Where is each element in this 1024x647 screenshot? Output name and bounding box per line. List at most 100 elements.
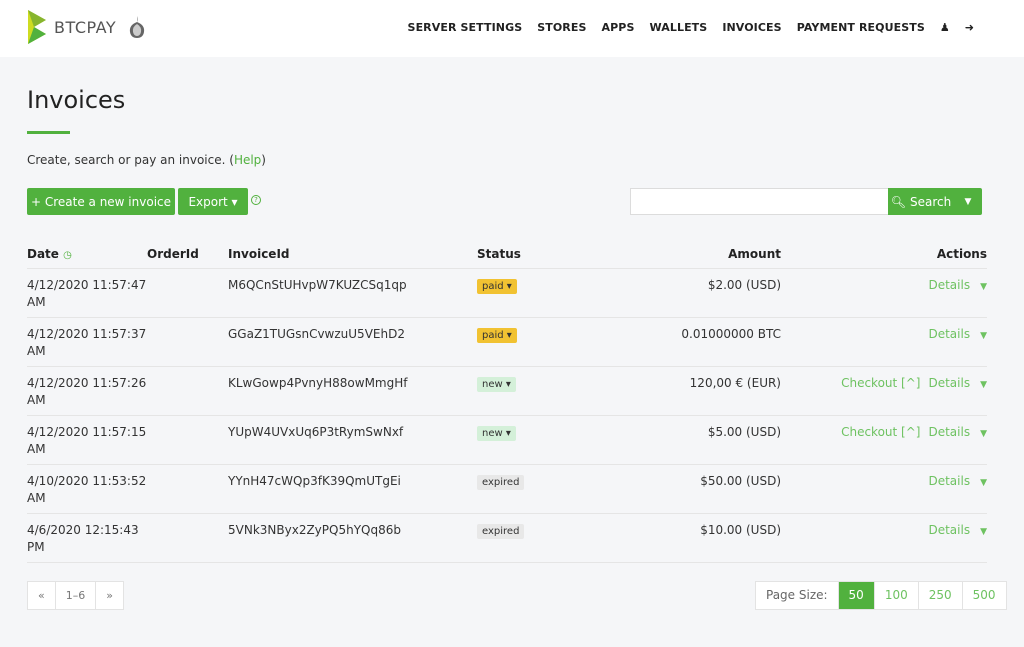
main-nav: SERVER SETTINGS STORES APPS WALLETS INVO… (408, 21, 974, 34)
page-size-100[interactable]: 100 (873, 582, 918, 609)
page-description: Create, search or pay an invoice. (Help) (27, 153, 266, 167)
tor-onion-icon (128, 14, 146, 44)
invoice-amount: $5.00 (USD) (617, 415, 781, 465)
actions-cell: Checkout [^] Details ▼ (781, 366, 987, 416)
expand-chevron-icon[interactable]: ▼ (980, 429, 987, 439)
status-badge[interactable]: paid ▾ (477, 327, 517, 343)
logout-icon[interactable]: ➜ (965, 21, 974, 34)
invoices-table: Date ◷ OrderId InvoiceId Status Amount A… (27, 240, 987, 563)
invoice-id: M6QCnStUHvpW7KUZCSq1qp (228, 268, 477, 318)
details-link[interactable]: Details (928, 523, 970, 537)
expand-chevron-icon[interactable]: ▼ (980, 478, 987, 488)
details-link[interactable]: Details (928, 278, 970, 292)
next-page-button[interactable]: » (96, 582, 123, 609)
order-id (147, 415, 228, 465)
order-id (147, 464, 228, 514)
checkout-link[interactable]: Checkout [^] (841, 376, 920, 390)
col-invoiceid: InvoiceId (228, 240, 477, 269)
status-cell: expired (477, 464, 617, 514)
table-row: 4/10/2020 11:53:52 AM YYnH47cWQp3fK39QmUT… (27, 464, 987, 514)
page-size-250[interactable]: 250 (917, 582, 962, 609)
table-row: 4/12/2020 11:57:26 AM KLwGowp4PvnyH88owMm… (27, 366, 987, 416)
nav-apps[interactable]: APPS (602, 21, 635, 34)
status-cell: new ▾ (477, 366, 617, 416)
table-row: 4/12/2020 11:57:37 AM GGaZ1TUGsnCvwzuU5VE… (27, 317, 987, 367)
invoice-date: 4/12/2020 11:57:15 AM (27, 415, 147, 465)
search-button[interactable]: 🔍︎ Search (888, 188, 954, 215)
invoice-amount: $10.00 (USD) (617, 513, 781, 563)
invoice-date: 4/6/2020 12:15:43 PM (27, 513, 147, 563)
invoice-id: YUpW4UVxUq6P3tRymSwNxf (228, 415, 477, 465)
invoice-date: 4/12/2020 11:57:47 AM (27, 268, 147, 318)
btcpay-logo[interactable]: BTCPAY (26, 8, 116, 46)
actions-cell: Checkout [^] Details ▼ (781, 415, 987, 465)
invoice-date: 4/12/2020 11:57:37 AM (27, 317, 147, 367)
invoice-id: 5VNk3NByx2ZyPQ5hYQq86b (228, 513, 477, 563)
expand-chevron-icon[interactable]: ▼ (980, 331, 987, 341)
nav-wallets[interactable]: WALLETS (650, 21, 708, 34)
expand-chevron-icon[interactable]: ▼ (980, 380, 987, 390)
col-status: Status (477, 240, 617, 269)
clock-icon: ◷ (63, 249, 72, 261)
col-date[interactable]: Date ◷ (27, 240, 147, 269)
invoice-amount: $50.00 (USD) (617, 464, 781, 514)
status-cell: new ▾ (477, 415, 617, 465)
status-cell: paid ▾ (477, 268, 617, 318)
details-link[interactable]: Details (928, 425, 970, 439)
search-options-dropdown[interactable]: ▼ (954, 188, 982, 215)
brand-name: BTCPAY (54, 17, 117, 37)
actions-cell: Details ▼ (781, 513, 987, 563)
nav-payment-requests[interactable]: PAYMENT REQUESTS (797, 21, 925, 34)
invoice-id: YYnH47cWQp3fK39QmUTgEi (228, 464, 477, 514)
lead-end: ) (261, 153, 266, 167)
status-badge[interactable]: new ▾ (477, 376, 516, 392)
actions-cell: Details ▼ (781, 317, 987, 367)
col-orderid: OrderId (147, 240, 228, 269)
status-badge[interactable]: expired (477, 474, 525, 490)
pagination: « 1–6 » (27, 581, 124, 610)
page-size-selector: Page Size: 50 100 250 500 (755, 581, 1007, 610)
actions-cell: Details ▼ (781, 464, 987, 514)
status-badge[interactable]: paid ▾ (477, 278, 517, 294)
search-input[interactable] (630, 188, 888, 215)
status-cell: expired (477, 513, 617, 563)
table-row: 4/6/2020 12:15:43 PM 5VNk3NByx2ZyPQ5hYQq8… (27, 513, 987, 563)
checkout-link[interactable]: Checkout [^] (841, 425, 920, 439)
invoice-date: 4/12/2020 11:57:26 AM (27, 366, 147, 416)
export-dropdown[interactable]: Export ▾ (178, 188, 248, 215)
help-link[interactable]: Help (234, 153, 261, 167)
invoice-id: GGaZ1TUGsnCvwzuU5VEhD2 (228, 317, 477, 367)
invoice-amount: 0.01000000 BTC (617, 317, 781, 367)
expand-chevron-icon[interactable]: ▼ (980, 527, 987, 537)
invoice-amount: $2.00 (USD) (617, 268, 781, 318)
details-link[interactable]: Details (928, 327, 970, 341)
invoice-date: 4/10/2020 11:53:52 AM (27, 464, 147, 514)
table-row: 4/12/2020 11:57:15 AM YUpW4UVxUq6P3tRymSw… (27, 415, 987, 465)
details-link[interactable]: Details (928, 474, 970, 488)
nav-server-settings[interactable]: SERVER SETTINGS (408, 21, 523, 34)
invoice-amount: 120,00 € (EUR) (617, 366, 781, 416)
page-size-500[interactable]: 500 (961, 582, 1006, 609)
prev-page-button[interactable]: « (28, 582, 56, 609)
user-icon[interactable]: ♟ (940, 21, 950, 34)
create-invoice-button[interactable]: + Create a new invoice (27, 188, 175, 215)
title-underline (27, 131, 70, 134)
search-icon: 🔍︎ (890, 194, 906, 209)
order-id (147, 366, 228, 416)
search-label: Search (910, 194, 952, 209)
help-circle-icon[interactable]: ? (251, 195, 261, 205)
status-badge[interactable]: new ▾ (477, 425, 516, 441)
details-link[interactable]: Details (928, 376, 970, 390)
lead-text: Create, search or pay an invoice. ( (27, 153, 234, 167)
btcpay-logo-icon (28, 10, 46, 44)
expand-chevron-icon[interactable]: ▼ (980, 282, 987, 292)
status-badge[interactable]: expired (477, 523, 525, 539)
page-size-50[interactable]: 50 (837, 582, 874, 609)
nav-stores[interactable]: STORES (537, 21, 586, 34)
order-id (147, 317, 228, 367)
invoice-id: KLwGowp4PvnyH88owMmgHf (228, 366, 477, 416)
navbar: BTCPAY SERVER SETTINGS STORES APPS WALLE… (0, 0, 1024, 57)
page-range[interactable]: 1–6 (56, 582, 97, 609)
order-id (147, 268, 228, 318)
nav-invoices[interactable]: INVOICES (722, 21, 781, 34)
